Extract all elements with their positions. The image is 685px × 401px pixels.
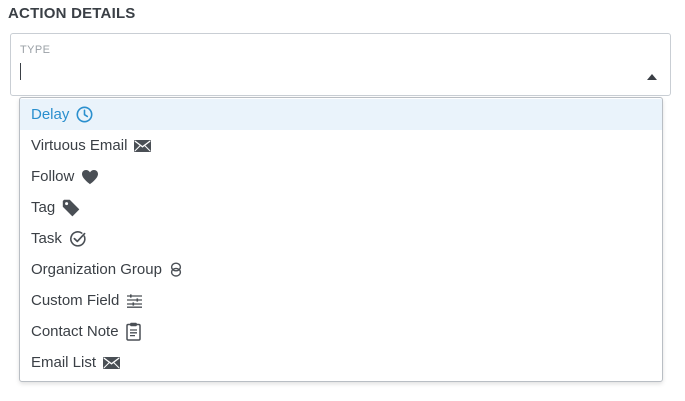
chevron-up-icon[interactable]: [647, 74, 657, 80]
option-organization-group[interactable]: Organization Group: [20, 254, 662, 285]
type-select-label: TYPE: [20, 44, 51, 56]
option-label: Virtuous Email: [31, 137, 128, 154]
option-label: Delay: [31, 106, 70, 123]
envelope-icon: [134, 139, 152, 152]
type-select[interactable]: TYPE: [10, 33, 671, 96]
option-virtuous-email[interactable]: Virtuous Email: [20, 130, 662, 161]
clock-icon: [76, 106, 93, 123]
option-label: Task: [31, 230, 62, 247]
tag-icon: [62, 199, 80, 217]
option-label: Tag: [31, 199, 56, 216]
sliders-icon: [126, 293, 143, 308]
option-label: Custom Field: [31, 292, 120, 309]
check-circle-icon: [69, 230, 87, 248]
option-email-list[interactable]: Email List: [20, 347, 662, 378]
option-follow[interactable]: Follow: [20, 161, 662, 192]
clipboard-icon: [125, 322, 141, 341]
option-label: Follow: [31, 168, 75, 185]
linked-rings-icon: [169, 261, 183, 278]
text-cursor: [20, 63, 21, 80]
option-label: Organization Group: [31, 261, 162, 278]
option-delay[interactable]: Delay: [20, 99, 662, 130]
heart-icon: [81, 169, 99, 185]
type-options-menu: Delay Virtuous Email Follow Tag Task Org…: [19, 97, 663, 382]
option-custom-field[interactable]: Custom Field: [20, 285, 662, 316]
section-title: ACTION DETAILS: [8, 5, 136, 22]
option-label: Email List: [31, 354, 97, 371]
option-label: Contact Note: [31, 323, 119, 340]
option-task[interactable]: Task: [20, 223, 662, 254]
option-contact-note[interactable]: Contact Note: [20, 316, 662, 347]
option-tag[interactable]: Tag: [20, 192, 662, 223]
type-select-input[interactable]: [19, 62, 619, 82]
envelope-icon: [103, 356, 121, 369]
